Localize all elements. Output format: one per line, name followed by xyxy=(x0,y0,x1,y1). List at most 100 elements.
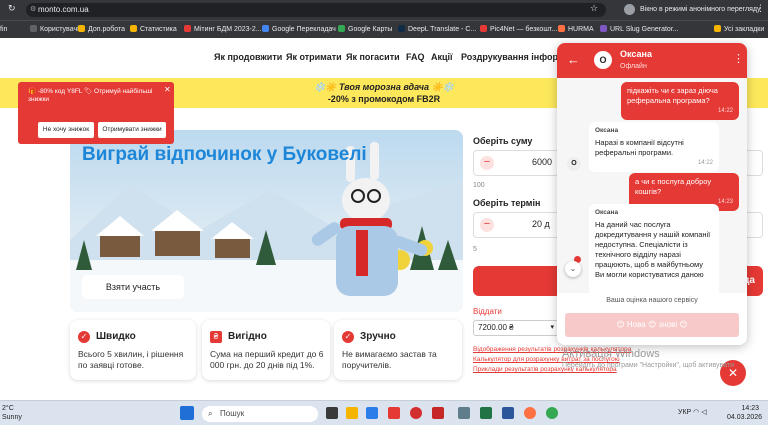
app-icon[interactable] xyxy=(432,407,444,419)
user-icon xyxy=(30,25,37,32)
windows-taskbar: 2°C Sunny ⌕ Пошук УКР ◠ ◁ 14:23 04.03.20… xyxy=(0,400,768,425)
file-explorer-icon[interactable] xyxy=(346,407,358,419)
chevron-down-icon: ▾ xyxy=(550,324,554,331)
wallet-icon: ₴ xyxy=(210,331,222,343)
bookmark-item[interactable]: DeepL Translate - С... xyxy=(398,24,476,36)
discount-popup: ✕ 🎁 -80% код Y8FL 🏷 Отримуй найбільші зн… xyxy=(18,82,174,144)
hurma-icon xyxy=(558,25,565,32)
rating-options: 😊 Нова 😊 знові 😊 xyxy=(616,320,688,329)
clock-icon: ✓ xyxy=(78,331,90,343)
minus-icon[interactable]: − xyxy=(480,156,494,170)
message-text: На даний час послуга докредитування у на… xyxy=(595,220,711,279)
hero-banner[interactable]: Виграй відпочинок у Буковелі Взяти участ… xyxy=(70,130,463,312)
excel-icon[interactable] xyxy=(480,407,492,419)
wifi-icon: ◠ xyxy=(693,409,700,416)
agent-message: Оксана Наразі в компанії відсутні рефера… xyxy=(589,122,719,172)
nav-item-faq[interactable]: FAQ xyxy=(406,52,425,62)
decline-discount-button[interactable]: Не хочу знижок xyxy=(38,122,94,138)
repay-value: 7200.00 ₴ xyxy=(478,323,514,332)
bookmark-item[interactable]: Мітинг БДМ 2023-2... xyxy=(184,24,262,36)
search-icon: ⌕ xyxy=(208,409,213,418)
feature-text: Не вимагаємо застав та поручителів. xyxy=(342,349,437,370)
bookmark-item[interactable]: Користувачі xyxy=(30,24,79,36)
nav-item-get[interactable]: Як отримати xyxy=(286,52,342,62)
maps-icon xyxy=(338,25,345,32)
hero-title: Виграй відпочинок у Буковелі xyxy=(82,144,367,165)
system-tray[interactable]: УКР ◠ ◁ xyxy=(678,408,707,416)
term-value: 20 д xyxy=(532,219,550,229)
incognito-icon xyxy=(624,4,635,15)
firefox-icon[interactable] xyxy=(524,407,536,419)
nav-item-extend[interactable]: Як продовжити xyxy=(214,52,282,62)
minus-icon[interactable]: − xyxy=(480,218,494,232)
bookmark-item[interactable]: Pic4Net — безкошт... xyxy=(480,24,557,36)
folder-icon xyxy=(714,25,721,32)
term-min: 5 xyxy=(473,246,477,253)
bookmark-label: URL Slug Generator... xyxy=(610,26,679,33)
url-text: monto.com.ua xyxy=(38,5,89,14)
windows-activation-watermark: Активація Windows Перейдіть до програми … xyxy=(562,348,734,372)
chevron-down-icon[interactable]: ⌄ xyxy=(565,261,581,277)
bookmark-item[interactable]: URL Slug Generator... xyxy=(600,24,679,36)
chat-header: ← О Оксана Офлайн ⋮ xyxy=(557,43,747,78)
nav-item-repay[interactable]: Як погасити xyxy=(346,52,400,62)
windows-start-icon[interactable] xyxy=(180,406,194,420)
nav-item-promos[interactable]: Акції xyxy=(431,52,453,62)
time: 14:23 xyxy=(741,405,759,412)
menu-dots-icon[interactable]: ⋮ xyxy=(756,3,765,14)
repay-select[interactable]: 7200.00 ₴ ▾ xyxy=(473,320,559,336)
message-author: Оксана xyxy=(595,209,619,216)
bookmark-item[interactable]: HURMA xyxy=(558,24,594,36)
message-text: а чи є послуга доброу кошгів? xyxy=(635,177,712,196)
site-info-icon[interactable]: ⚙ xyxy=(30,3,36,17)
bookmark-label: HURMA xyxy=(568,26,594,33)
rating-bar[interactable]: 😊 Нова 😊 знові 😊 xyxy=(565,313,739,337)
bookmark-item[interactable]: Усі закладки xyxy=(714,24,764,36)
participate-button[interactable]: Взяти участь xyxy=(82,275,184,299)
bookmark-item[interactable]: Google Карты xyxy=(338,24,392,36)
bookmark-label: Усі закладки xyxy=(724,26,765,33)
back-arrow-icon[interactable]: ← xyxy=(567,52,580,67)
bookmark-item[interactable]: Google Перекладач xyxy=(262,24,336,36)
menu-dots-icon[interactable]: ⋮ xyxy=(733,52,744,65)
message-text: підкажіть чи є зараз діюча реферальна пр… xyxy=(627,86,718,105)
term-label: Оберіть термін xyxy=(473,198,541,208)
bookmark-label: Google Карты xyxy=(348,26,393,33)
message-text: Наразі в компанії відсутні реферальні пр… xyxy=(595,138,684,157)
bookmark-label: Google Перекладач xyxy=(272,26,336,33)
sum-value: 6000 xyxy=(532,157,553,167)
app-icon[interactable] xyxy=(458,407,470,419)
bookmark-label: Мітинг БДМ 2023-2... xyxy=(194,26,262,33)
office-icon[interactable] xyxy=(388,407,400,419)
language-indicator[interactable]: УКР xyxy=(678,409,691,416)
accept-discount-button[interactable]: Отримувати знижки xyxy=(98,122,166,138)
bookmarks-bar: fin Користувачі Доп.робота Статистика Мі… xyxy=(0,20,768,38)
feature-title: Зручно xyxy=(360,331,396,342)
feature-text: Сума на перший кредит до 6 000 грн. до 2… xyxy=(210,349,324,370)
bookmark-label: Доп.робота xyxy=(88,26,126,33)
edge-icon[interactable] xyxy=(366,407,378,419)
bookmark-item[interactable]: fin xyxy=(0,24,7,36)
clock[interactable]: 14:23 04.03.2026 xyxy=(727,404,763,422)
bookmark-label: Pic4Net — безкошт... xyxy=(490,26,558,33)
reload-icon[interactable]: ↻ xyxy=(8,3,16,14)
weather-text: Sunny xyxy=(2,414,22,421)
temperature: 2°C xyxy=(2,405,14,412)
opera-icon[interactable] xyxy=(410,407,422,419)
weather-widget[interactable]: 2°C Sunny xyxy=(2,404,22,422)
task-view-icon[interactable] xyxy=(326,407,338,419)
bookmark-item[interactable]: Статистика xyxy=(130,24,177,36)
bookmark-label: Користувачі xyxy=(40,26,79,33)
address-bar[interactable]: ⚙ monto.com.ua xyxy=(26,3,606,17)
date: 04.03.2026 xyxy=(727,414,763,421)
word-icon[interactable] xyxy=(502,407,514,419)
bookmark-item[interactable]: Доп.робота xyxy=(78,24,125,36)
bookmark-label: DeepL Translate - С... xyxy=(408,26,477,33)
taskbar-search[interactable]: ⌕ Пошук xyxy=(202,406,318,422)
chrome-icon[interactable] xyxy=(546,407,558,419)
agent-name: Оксана xyxy=(620,49,652,59)
agent-status: Офлайн xyxy=(620,63,647,70)
bookmark-star-icon[interactable]: ☆ xyxy=(590,3,598,14)
feature-title: Вигідно xyxy=(228,331,267,342)
rating-label: Ваша оцінка нашого сервісу xyxy=(606,297,698,304)
